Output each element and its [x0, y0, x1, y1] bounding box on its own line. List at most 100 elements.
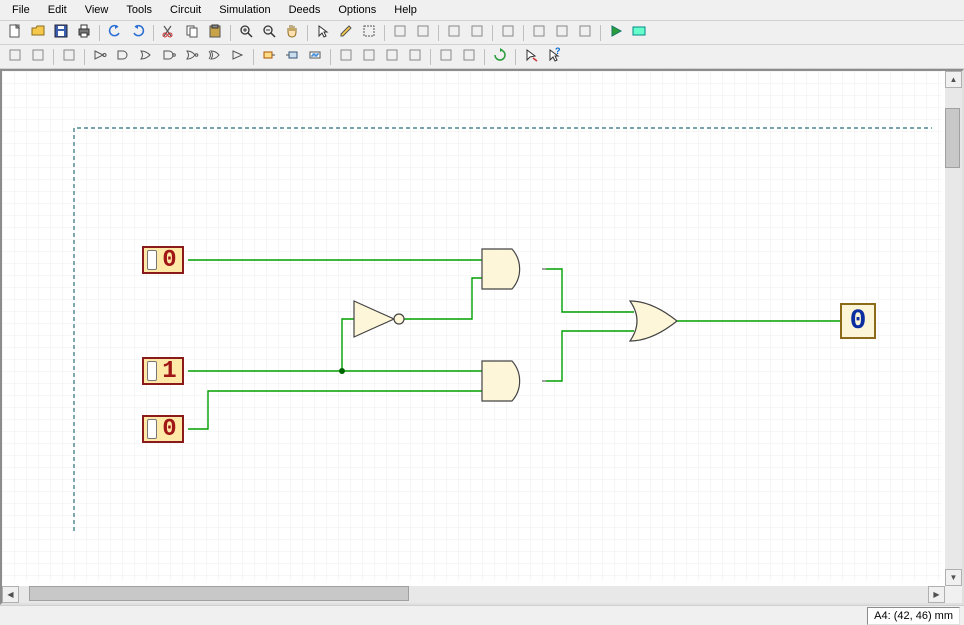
menu-file[interactable]: File — [4, 2, 38, 18]
tb2-ic1-button[interactable] — [4, 47, 26, 67]
input-switch-2[interactable]: 0 — [142, 415, 184, 443]
menu-edit[interactable]: Edit — [40, 2, 75, 18]
tb1-redo-button[interactable] — [127, 23, 149, 43]
tb1-wave1-button[interactable] — [528, 23, 550, 43]
tb1-undo-button[interactable] — [104, 23, 126, 43]
tb2-output-button[interactable] — [281, 47, 303, 67]
tb2-clock-button[interactable] — [304, 47, 326, 67]
scroll-up-icon[interactable]: ▲ — [945, 71, 962, 88]
vertical-scrollbar[interactable]: ▲ ▼ — [945, 71, 962, 586]
clock-icon — [307, 47, 323, 66]
tb2-not-button[interactable] — [89, 47, 111, 67]
tb1-paste-button[interactable] — [204, 23, 226, 43]
tb2-display-button[interactable] — [335, 47, 357, 67]
tb2-buffer-button[interactable] — [227, 47, 249, 67]
menu-simulation[interactable]: Simulation — [211, 2, 278, 18]
menu-bar: File Edit View Tools Circuit Simulation … — [0, 0, 964, 21]
bus-icon — [407, 47, 423, 66]
tb1-cut-button[interactable] — [158, 23, 180, 43]
scroll-thumb-v[interactable] — [945, 108, 960, 168]
tb1-copy-button[interactable] — [181, 23, 203, 43]
tb1-animate-button[interactable] — [628, 23, 650, 43]
menu-deeds[interactable]: Deeds — [281, 2, 329, 18]
circuit-canvas[interactable]: 0 1 0 0 — [2, 71, 942, 581]
wave3-icon — [577, 23, 593, 42]
toolbar-components: ? — [0, 45, 964, 69]
tb2-or-button[interactable] — [135, 47, 157, 67]
toolbar-separator — [53, 49, 54, 65]
mux-icon — [438, 47, 454, 66]
toolbar-separator — [600, 25, 601, 41]
scroll-down-icon[interactable]: ▼ — [945, 569, 962, 586]
tb1-zoom-out-button[interactable] — [258, 23, 280, 43]
tb2-segment-button[interactable] — [381, 47, 403, 67]
horizontal-scrollbar[interactable]: ◀ ▶ — [2, 586, 945, 603]
tb1-mode2-button[interactable] — [466, 23, 488, 43]
tb1-zoom-in-button[interactable] — [235, 23, 257, 43]
tb1-wave3-button[interactable] — [574, 23, 596, 43]
tb1-component1-button[interactable] — [389, 23, 411, 43]
refresh-icon — [492, 47, 508, 66]
tb1-new-button[interactable] — [4, 23, 26, 43]
tb1-save-button[interactable] — [50, 23, 72, 43]
tb1-print-button[interactable] — [73, 23, 95, 43]
input-value-0: 0 — [157, 247, 182, 274]
grid-icon — [500, 23, 516, 42]
tb1-play-button[interactable] — [605, 23, 627, 43]
tb2-nor-button[interactable] — [181, 47, 203, 67]
tb2-and-button[interactable] — [112, 47, 134, 67]
paste-icon — [207, 23, 223, 42]
menu-help[interactable]: Help — [386, 2, 425, 18]
scroll-thumb-h[interactable] — [29, 586, 409, 601]
scroll-right-icon[interactable]: ▶ — [928, 586, 945, 603]
tb2-cursor-button[interactable] — [520, 47, 542, 67]
input-value-2: 0 — [157, 416, 182, 443]
tb2-refresh-button[interactable] — [489, 47, 511, 67]
menu-view[interactable]: View — [77, 2, 117, 18]
ic2-icon — [30, 47, 46, 66]
tb2-led-button[interactable] — [358, 47, 380, 67]
input-switch-1[interactable]: 1 — [142, 357, 184, 385]
copy-icon — [184, 23, 200, 42]
output-icon — [284, 47, 300, 66]
tb2-ic2-button[interactable] — [27, 47, 49, 67]
toolbar-main — [0, 21, 964, 45]
tb1-wave2-button[interactable] — [551, 23, 573, 43]
cursor-icon — [523, 47, 539, 66]
toolbar-separator — [330, 49, 331, 65]
toolbar-separator — [99, 25, 100, 41]
tb2-xor-button[interactable] — [204, 47, 226, 67]
save-icon — [53, 23, 69, 42]
led-icon — [361, 47, 377, 66]
toolbar-separator — [384, 25, 385, 41]
tb1-select-rect-button[interactable] — [358, 23, 380, 43]
tb1-component2-button[interactable] — [412, 23, 434, 43]
undo-icon — [107, 23, 123, 42]
tb2-help-button[interactable]: ? — [543, 47, 565, 67]
toolbar-separator — [484, 49, 485, 65]
menu-circuit[interactable]: Circuit — [162, 2, 209, 18]
tb2-input-button[interactable] — [258, 47, 280, 67]
tb2-bus-button[interactable] — [404, 47, 426, 67]
input-switch-0[interactable]: 0 — [142, 246, 184, 274]
pointer-icon — [315, 23, 331, 42]
tb1-open-button[interactable] — [27, 23, 49, 43]
tb1-pencil-button[interactable] — [335, 23, 357, 43]
tb1-grid-button[interactable] — [497, 23, 519, 43]
toolbar-separator — [253, 49, 254, 65]
scroll-left-icon[interactable]: ◀ — [2, 586, 19, 603]
output-display[interactable]: 0 — [840, 303, 876, 339]
zoom-out-icon — [261, 23, 277, 42]
pan-icon — [284, 23, 300, 42]
tb2-nand-button[interactable] — [158, 47, 180, 67]
toolbar-separator — [515, 49, 516, 65]
menu-options[interactable]: Options — [330, 2, 384, 18]
tb2-probe-button[interactable] — [58, 47, 80, 67]
tb1-pan-button[interactable] — [281, 23, 303, 43]
tb2-demux-button[interactable] — [458, 47, 480, 67]
menu-tools[interactable]: Tools — [118, 2, 160, 18]
tb2-mux-button[interactable] — [435, 47, 457, 67]
tb1-mode1-button[interactable] — [443, 23, 465, 43]
input-value-1: 1 — [157, 358, 182, 385]
tb1-pointer-button[interactable] — [312, 23, 334, 43]
